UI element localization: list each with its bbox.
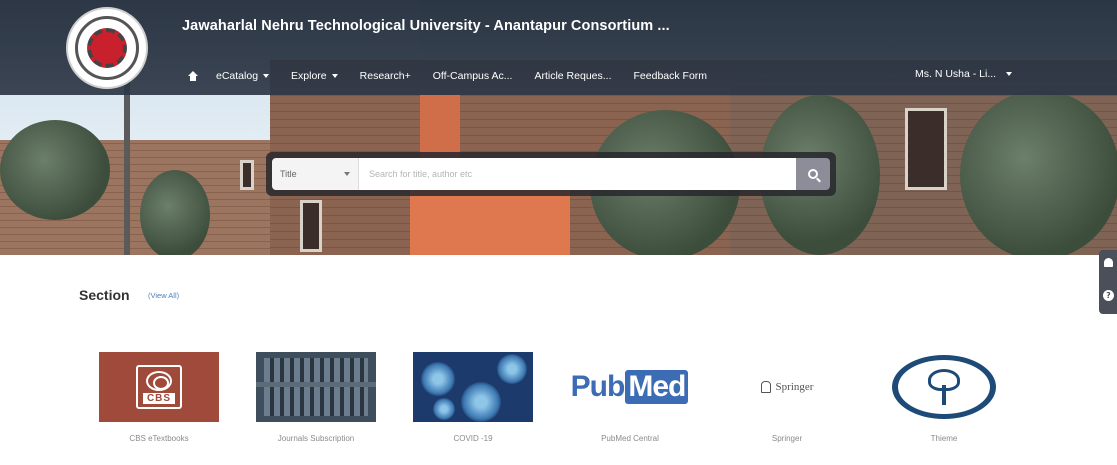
user-name: Ms. N Usha - Li... [915,68,997,80]
tile-label: PubMed Central [601,434,659,443]
covid-image [413,352,533,422]
search-field-select[interactable]: Title [272,158,358,190]
thieme-oval [892,355,996,419]
virus-icon [461,382,501,422]
cbs-logo-text: CBS [142,392,176,404]
chevron-down-icon [263,74,270,78]
cbs-logo: CBS [99,352,219,422]
virus-icon [497,354,527,384]
virus-icon [421,362,455,396]
tree-trunk [942,385,946,405]
nav-feedback-form[interactable]: Feedback Form [634,70,708,82]
home-icon[interactable] [188,71,198,81]
chevron-down-icon [1006,72,1013,76]
journals-bar [256,382,376,387]
thieme-inner [898,360,990,414]
hero-lamp-pole [124,70,130,255]
tile-label: Journals Subscription [277,434,355,443]
nav-ecatalog[interactable]: eCatalog [216,70,270,82]
section-tiles: CBS CBS eTextbooks Journals Subscription… [0,352,1117,462]
tree-icon [924,367,964,407]
user-menu[interactable]: Ms. N Usha - Li... [915,68,1013,80]
virus-icon [433,398,455,420]
view-all-link[interactable]: (View All) [148,291,179,300]
hero-window [300,200,322,252]
chevron-down-icon [344,172,350,176]
nav-explore-label: Explore [291,70,327,82]
springer-logo-text: Springer [775,381,814,393]
search-icon [808,169,818,179]
university-seal-icon[interactable] [66,7,148,89]
tile-pubmed-central[interactable]: Pub Med PubMed Central [570,352,690,452]
pubmed-logo-pub: Pub [570,370,626,403]
tile-label: COVID -19 [453,434,493,443]
thieme-logo [884,352,1004,422]
nav-research-label: Research+ [359,70,411,82]
journals-shelf [264,358,368,416]
pubmed-logo-text: Pub Med [571,370,690,404]
tile-label: CBS eTextbooks [129,434,189,443]
tile-cbs-etextbooks[interactable]: CBS CBS eTextbooks [99,352,219,452]
journals-image [256,352,376,422]
nav-article-request-label: Article Reques... [534,70,612,82]
nav-explore[interactable]: Explore [291,70,338,82]
tile-covid-19[interactable]: COVID -19 [413,352,533,452]
logo-ring [75,16,139,80]
section-title: Section [79,287,130,303]
hero-tree [960,90,1117,255]
nav-feedback-label: Feedback Form [633,70,708,82]
chevron-down-icon [331,74,338,78]
nav-off-campus-access[interactable]: Off-Campus Ac... [433,70,513,82]
search-bar: Title [266,152,836,196]
nav-ecatalog-label: eCatalog [216,70,259,82]
search-field-selected: Title [280,169,297,179]
pubmed-logo-med: Med [625,370,689,404]
search-input[interactable] [358,158,796,190]
main-nav: eCatalog Explore Research+ Off-Campus Ac… [188,66,729,86]
site-title[interactable]: Jawaharlal Nehru Technological Universit… [182,18,670,34]
nav-off-campus-label: Off-Campus Ac... [432,70,513,82]
tile-label: Thieme [930,434,958,443]
nav-research[interactable]: Research+ [360,70,411,82]
bell-icon[interactable] [1104,258,1113,267]
logo-gear [87,28,127,68]
hero-window [240,160,254,190]
search-button[interactable] [796,158,830,190]
tile-springer[interactable]: Springer Springer [727,352,847,452]
hero-window [905,108,947,190]
nav-article-request[interactable]: Article Reques... [534,70,611,82]
springer-horse-icon [760,381,771,393]
cbs-rings-icon [146,370,172,391]
tile-label: Springer [771,434,803,443]
tile-thieme[interactable]: Thieme [884,352,1004,452]
hero-tree [0,120,110,220]
help-icon[interactable]: ? [1103,290,1114,301]
hero-tree [140,170,210,255]
pubmed-logo: Pub Med [570,352,690,422]
springer-logo: Springer [727,352,847,422]
tile-journals-subscription[interactable]: Journals Subscription [256,352,376,452]
cbs-badge: CBS [136,365,182,409]
top-navigation-bar: Jawaharlal Nehru Technological Universit… [0,0,1117,95]
